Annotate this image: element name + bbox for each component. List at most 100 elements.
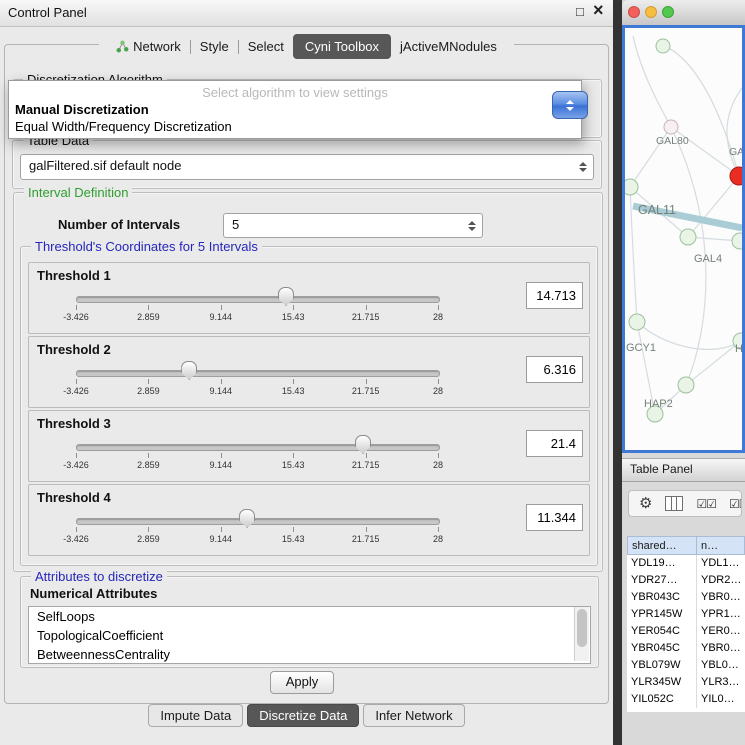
table-row[interactable]: YBR045CYBR0… bbox=[627, 640, 745, 657]
slider-tick-icon bbox=[438, 379, 439, 384]
tab-jactivemnodules[interactable]: jActiveMNodules bbox=[391, 35, 506, 58]
bottom-tab-bar: Impute Data Discretize Data Infer Networ… bbox=[0, 704, 613, 727]
table-cell: YER054C bbox=[627, 623, 697, 640]
slider-track[interactable] bbox=[76, 370, 440, 377]
tab-impute-data[interactable]: Impute Data bbox=[148, 704, 243, 727]
slider-thumb[interactable] bbox=[355, 435, 371, 454]
tab-cyni-toolbox[interactable]: Cyni Toolbox bbox=[293, 34, 391, 59]
network-node[interactable] bbox=[656, 39, 670, 53]
slider-scale-label: 15.43 bbox=[282, 312, 305, 322]
attribute-list-item[interactable]: BetweennessCentrality bbox=[29, 645, 590, 664]
node-label: GAL80 bbox=[656, 135, 689, 147]
node-label: GAL4 bbox=[694, 253, 722, 265]
combo-down-arrow-icon bbox=[566, 107, 574, 111]
attribute-list-item[interactable]: SelfLoops bbox=[29, 607, 590, 626]
minimize-traffic-light[interactable] bbox=[645, 6, 657, 18]
table-panel-title: Table Panel bbox=[630, 462, 693, 476]
tab-discretize-data[interactable]: Discretize Data bbox=[247, 704, 359, 727]
table-row[interactable]: YPR145WYPR1… bbox=[627, 606, 745, 623]
slider-scale-label: 21.715 bbox=[352, 386, 380, 396]
group-title: Interval Definition bbox=[24, 185, 132, 200]
threshold-value-field[interactable]: 21.4 bbox=[526, 430, 583, 457]
slider-thumb[interactable] bbox=[239, 509, 255, 528]
scrollbar-thumb[interactable] bbox=[577, 609, 587, 647]
table-cell: YBR0… bbox=[697, 589, 745, 606]
table-data-combobox[interactable]: galFiltered.sif default node bbox=[20, 154, 594, 180]
algorithm-combo-arrow-button[interactable] bbox=[552, 91, 588, 119]
float-window-icon[interactable]: □ bbox=[576, 4, 584, 19]
slider-tick-icon bbox=[293, 379, 294, 384]
table-row[interactable]: YIL052CYIL0… bbox=[627, 691, 745, 708]
slider-thumb[interactable] bbox=[278, 287, 294, 306]
apply-button[interactable]: Apply bbox=[270, 671, 334, 694]
slider-scale-label: 2.859 bbox=[137, 312, 160, 322]
slider-track[interactable] bbox=[76, 296, 440, 303]
node-label: GCY1 bbox=[626, 342, 656, 354]
table-row[interactable]: YER054CYER0… bbox=[627, 623, 745, 640]
slider-tick-icon bbox=[221, 453, 222, 458]
network-node[interactable] bbox=[730, 167, 742, 185]
table-panel-header: Table Panel bbox=[622, 458, 745, 482]
column-header-shared-name[interactable]: shared… bbox=[627, 536, 697, 555]
select-checkboxes-icon[interactable]: ☑☑ bbox=[696, 497, 716, 511]
slider-tick-icon bbox=[76, 379, 77, 384]
table-cell: YLR345W bbox=[627, 674, 697, 691]
threshold-value-field[interactable]: 6.316 bbox=[526, 356, 583, 383]
node-label: GA bbox=[729, 146, 742, 158]
table-cell: YER0… bbox=[697, 623, 745, 640]
dropdown-option-manual-discretization[interactable]: Manual Discretization bbox=[15, 102, 149, 117]
slider-scale-label: 28 bbox=[433, 386, 443, 396]
slider-scale-label: 21.715 bbox=[352, 312, 380, 322]
table-row[interactable]: YDL19…YDL1… bbox=[627, 555, 745, 572]
control-panel-window: Control Panel □ × Network S bbox=[0, 0, 613, 745]
group-title: Threshold's Coordinates for 5 Intervals bbox=[31, 239, 262, 254]
table-cell: YPR145W bbox=[627, 606, 697, 623]
network-view[interactable]: GAL80GAGAL11GAL4GCY1HHAP2 bbox=[622, 25, 745, 453]
slider-scale-label: 28 bbox=[433, 460, 443, 470]
list-scrollbar[interactable] bbox=[574, 607, 589, 661]
tab-network[interactable]: Network bbox=[107, 35, 190, 58]
attribute-list-item[interactable]: TopologicalCoefficient bbox=[29, 626, 590, 645]
network-node[interactable] bbox=[680, 229, 696, 245]
slider-scale-label: 21.715 bbox=[352, 534, 380, 544]
slider-track[interactable] bbox=[76, 444, 440, 451]
tab-style[interactable]: Style bbox=[191, 35, 238, 58]
table-row[interactable]: YBR043CYBR0… bbox=[627, 589, 745, 606]
column-header-name[interactable]: n… bbox=[697, 536, 745, 555]
gear-icon[interactable]: ⚙ bbox=[639, 496, 652, 511]
table-cell: YPR1… bbox=[697, 606, 745, 623]
number-of-intervals-combobox[interactable]: 5 bbox=[223, 213, 483, 238]
tab-select[interactable]: Select bbox=[239, 35, 293, 58]
network-node[interactable] bbox=[732, 233, 742, 249]
slider-tick-icon bbox=[366, 453, 367, 458]
table-row[interactable]: YDR27…YDR2… bbox=[627, 572, 745, 589]
dropdown-option-equal-width-frequency[interactable]: Equal Width/Frequency Discretization bbox=[15, 119, 232, 134]
table-cell: YLR3… bbox=[697, 674, 745, 691]
slider-tick-icon bbox=[366, 379, 367, 384]
slider-tick-icon bbox=[366, 305, 367, 310]
network-node[interactable] bbox=[625, 179, 638, 195]
select-checkboxes-icon-2[interactable]: ☑☑ bbox=[729, 497, 742, 511]
zoom-traffic-light[interactable] bbox=[662, 6, 674, 18]
network-node[interactable] bbox=[678, 377, 694, 393]
table-header-row: shared… n… bbox=[627, 536, 745, 555]
network-node[interactable] bbox=[664, 120, 678, 134]
table-cell: YBR045C bbox=[627, 640, 697, 657]
node-label: HAP2 bbox=[644, 398, 673, 410]
numerical-attributes-list[interactable]: SelfLoopsTopologicalCoefficientBetweenne… bbox=[28, 606, 591, 664]
slider-tick-icon bbox=[293, 527, 294, 532]
network-node[interactable] bbox=[629, 314, 645, 330]
columns-icon[interactable] bbox=[665, 496, 683, 511]
tab-infer-network[interactable]: Infer Network bbox=[363, 704, 464, 727]
threshold-label: Threshold 2 bbox=[37, 342, 111, 357]
table-panel-toolbar: ⚙ ☑☑ ☑☑ bbox=[628, 490, 742, 517]
threshold-value-field[interactable]: 11.344 bbox=[526, 504, 583, 531]
close-window-icon[interactable]: × bbox=[593, 0, 604, 21]
table-row[interactable]: YLR345WYLR3… bbox=[627, 674, 745, 691]
threshold-value-field[interactable]: 14.713 bbox=[526, 282, 583, 309]
slider-track[interactable] bbox=[76, 518, 440, 525]
close-traffic-light[interactable] bbox=[628, 6, 640, 18]
slider-tick-icon bbox=[148, 305, 149, 310]
table-row[interactable]: YBL079WYBL0… bbox=[627, 657, 745, 674]
slider-thumb[interactable] bbox=[181, 361, 197, 380]
